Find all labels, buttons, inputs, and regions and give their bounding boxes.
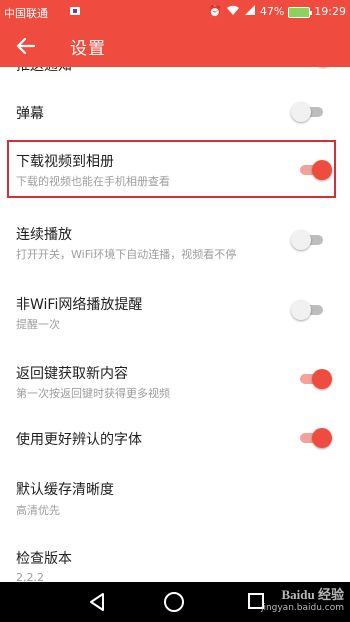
toggle-switch[interactable] [291,102,325,122]
setting-title: 弹幕 [16,106,44,122]
settings-list: 推送通知 弹幕 下载视频到相册 下载的视频也能在手机相册查看 连续播放 打开开关… [0,67,350,582]
baidu-jingyan-watermark: Baidu 经验 jingyan.baidu.com [261,584,344,613]
status-icons: ⏰ 47% 19:29 [208,4,346,20]
setting-title: 连续播放 [16,227,72,243]
nav-home-icon[interactable] [164,592,184,612]
switch-thumb [312,428,332,448]
app-bar: 设置 [0,24,350,67]
setting-subtitle: 提醒一次 [16,318,60,331]
page-title: 设置 [70,39,106,59]
setting-back-key-refresh[interactable]: 返回键获取新内容 第一次按返回键时获得更多视频 [0,351,350,411]
switch-thumb [291,300,311,320]
setting-continuous-play[interactable]: 连续播放 打开开关，WiFi环境下自动连播，视频看不停 [0,212,350,272]
watermark-url: jingyan.baidu.com [260,603,344,613]
setting-subtitle: 打开开关，WiFi环境下自动连播，视频看不停 [16,248,237,261]
notification-flag-icon [70,7,80,15]
system-nav-bar: Baidu 经验 jingyan.baidu.com [0,582,350,622]
setting-title: 检查版本 [16,551,72,567]
signal-icon [244,4,256,20]
back-arrow-icon[interactable] [12,32,40,60]
toggle-switch[interactable] [291,230,325,250]
setting-title: 非WiFi网络播放提醒 [16,297,143,313]
toggle-switch[interactable] [298,369,332,389]
setting-subtitle: 高清优先 [16,504,60,517]
highlight-box [7,140,336,198]
setting-subtitle: 2.2.2 [16,571,44,582]
setting-title: 返回键获取新内容 [16,366,128,382]
switch-thumb [312,369,332,389]
setting-push-notification[interactable]: 推送通知 [0,67,350,85]
clock: 19:29 [314,5,346,18]
switch-thumb [291,102,311,122]
battery-icon [288,6,313,18]
battery-percent: 47% [259,5,285,18]
setting-title: 推送通知 [16,67,72,75]
status-bar: 中国联通 ⏰ 47% 19:29 [0,0,350,24]
nav-back-icon[interactable] [88,592,106,612]
setting-danmaku[interactable]: 弹幕 [0,89,350,135]
alarm-icon: ⏰ [208,5,222,18]
toggle-switch[interactable] [291,300,325,320]
setting-title: 使用更好辨认的字体 [16,432,142,448]
setting-readable-font[interactable]: 使用更好辨认的字体 [0,419,350,465]
setting-title: 默认缓存清晰度 [16,482,114,498]
setting-check-version[interactable]: 检查版本 2.2.2 [0,540,350,582]
setting-non-wifi-reminder[interactable]: 非WiFi网络播放提醒 提醒一次 [0,282,350,342]
setting-subtitle: 第一次按返回键时获得更多视频 [16,387,170,400]
setting-default-cache-quality[interactable]: 默认缓存清晰度 高清优先 [0,471,350,527]
wifi-icon [226,4,240,20]
carrier-label: 中国联通 [4,7,48,20]
switch-thumb [291,230,311,250]
watermark-logo: Baidu 经验 [281,587,345,602]
toggle-switch[interactable] [298,428,332,448]
